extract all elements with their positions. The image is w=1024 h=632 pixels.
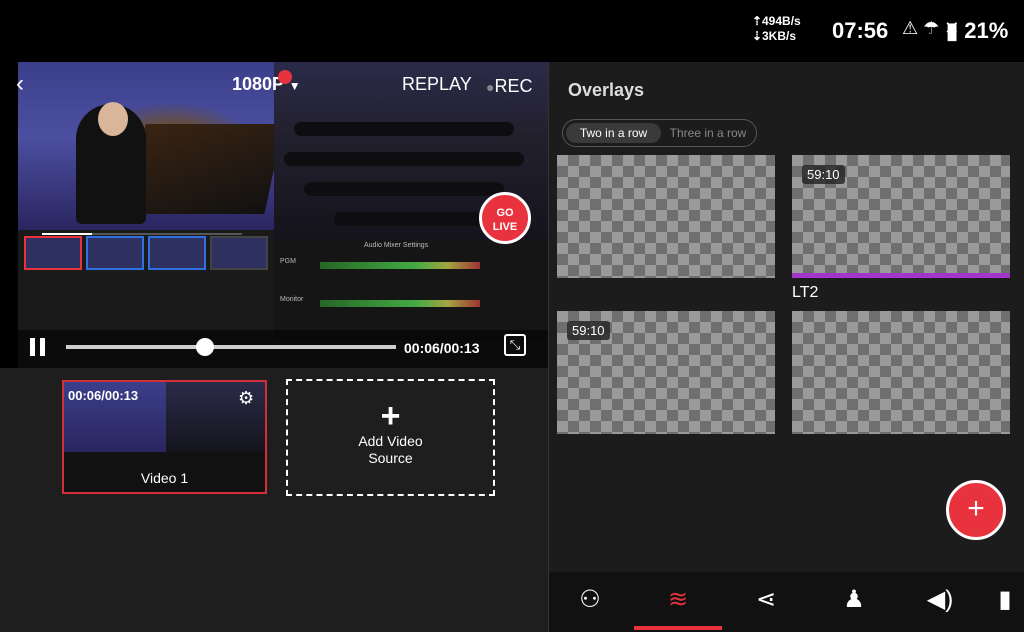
add-overlay-button[interactable]: + — [946, 480, 1006, 540]
source-thumbnails — [24, 236, 280, 272]
orchestra-row — [284, 152, 524, 166]
pause-button[interactable] — [30, 338, 48, 358]
overlay-tile[interactable] — [792, 311, 1010, 434]
rec-button[interactable]: ●REC — [486, 76, 532, 97]
overlay-tile[interactable]: 59:10 — [792, 155, 1010, 278]
overlay-badge: 59:10 — [567, 321, 610, 340]
piano-shape — [126, 124, 284, 214]
bottom-nav: ⚇ ≋ ⋖ ♟ ◀) ▮ — [549, 572, 1024, 632]
source-name: Video 1 — [140, 470, 189, 486]
seek-knob[interactable] — [196, 338, 214, 356]
guests-icon[interactable]: ♟ — [831, 580, 877, 620]
pianist-head — [98, 102, 128, 136]
mixer-icon[interactable]: ⚇ — [567, 580, 613, 620]
add-source-label-2: Source — [368, 450, 413, 466]
audio-mixer: Audio Mixer Settings PGM Monitor — [274, 240, 548, 340]
monitor-label: Monitor — [280, 296, 304, 303]
pgm-meter — [320, 262, 480, 269]
overlay-tile[interactable] — [557, 155, 775, 278]
orchestra-row — [334, 212, 484, 226]
upload-arrow-icon: ⇡ — [752, 14, 763, 28]
battery-indicator: ▮ 21% — [946, 18, 1008, 44]
preview-panel: Audio Mixer Settings PGM Monitor GO LIVE… — [18, 62, 548, 368]
audio-mixer-label: Audio Mixer Settings — [364, 242, 429, 249]
overlay-label: LT2 — [792, 284, 819, 301]
source-timecode: 00:06/00:13 — [68, 388, 139, 403]
go-live-button[interactable]: GO LIVE — [479, 192, 531, 244]
plus-icon: + — [380, 397, 401, 435]
lower-third-strip — [792, 273, 1010, 278]
rec-label: REC — [494, 76, 533, 96]
clock: 07:56 — [832, 18, 889, 43]
battery-percent: 21% — [964, 18, 1009, 43]
replay-button[interactable]: REPLAY — [402, 74, 472, 95]
thumbnail-1[interactable] — [24, 236, 82, 270]
thumbnail-3[interactable] — [148, 236, 206, 270]
audio-icon[interactable]: ◀) — [917, 580, 963, 620]
expand-icon[interactable]: ⤡ — [504, 334, 526, 356]
more-icon[interactable]: ▮ — [995, 580, 1015, 620]
thumbnail-4[interactable] — [210, 236, 268, 270]
monitor-meter — [320, 300, 480, 307]
battery-icon: ▮ — [946, 18, 959, 43]
pgm-label: PGM — [280, 258, 296, 265]
gear-icon[interactable]: ⚙ — [238, 388, 254, 409]
download-arrow-icon: ⇣ — [752, 29, 763, 43]
net-up-text: 494B/s — [762, 14, 801, 28]
back-chevron-icon[interactable]: ‹ — [16, 70, 24, 98]
orchestra-row — [304, 182, 504, 196]
orchestra-row — [294, 122, 514, 136]
active-tab-indicator — [634, 626, 722, 630]
network-speed: ⇡494B/s ⇣3KB/s — [752, 14, 801, 44]
layers-icon[interactable]: ≋ — [655, 580, 701, 620]
thumbnail-2[interactable] — [86, 236, 144, 270]
share-icon[interactable]: ⋖ — [743, 580, 789, 620]
overlay-badge: 59:10 — [802, 165, 845, 184]
add-video-source-button[interactable]: + Add Video Source — [286, 379, 495, 496]
record-dot-icon — [278, 70, 292, 84]
resolution-label: 1080P — [232, 74, 284, 94]
timecode: 00:06/00:13 — [404, 340, 480, 356]
seek-track[interactable] — [66, 345, 396, 349]
panel-title: Overlays — [568, 80, 645, 100]
overlay-tile[interactable]: 59:10 — [557, 311, 775, 434]
go-live-label-1: GO — [496, 207, 514, 219]
layout-option-three[interactable]: Three in a row — [663, 123, 753, 143]
layout-toggle: Two in a row Three in a row — [562, 119, 757, 147]
add-source-label-1: Add Video — [358, 433, 423, 449]
layout-option-two[interactable]: Two in a row — [566, 123, 661, 143]
go-live-label-2: LIVE — [492, 221, 518, 233]
net-down-text: 3KB/s — [762, 29, 797, 43]
source-card-video-1[interactable]: 00:06/00:13 ⚙ Video 1 — [62, 380, 267, 494]
